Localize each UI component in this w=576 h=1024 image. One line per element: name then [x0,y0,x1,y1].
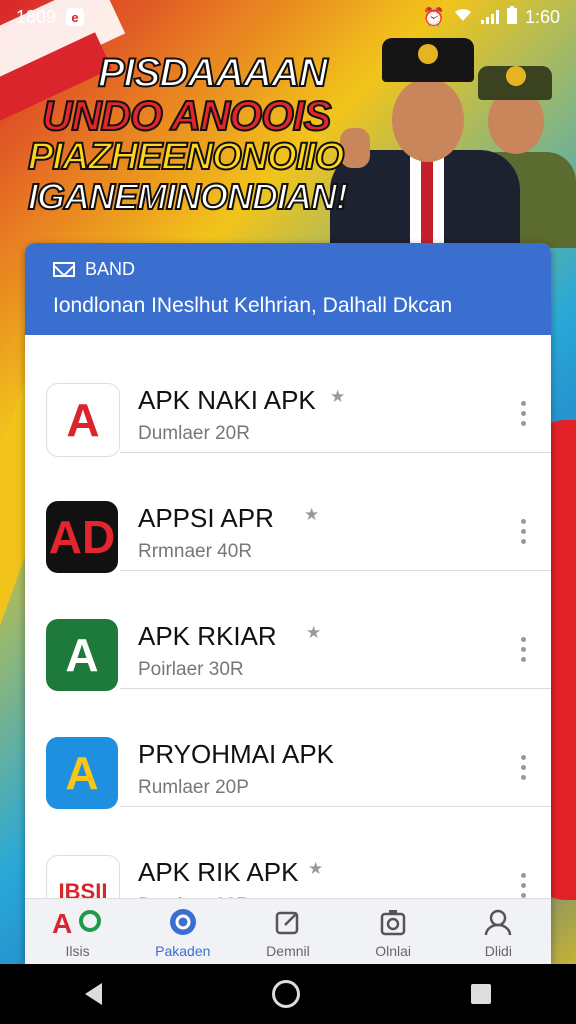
card-brand: BAND [85,259,136,279]
card-header: BAND Iondlonan INeslhut Kelhrian, Dalhal… [25,243,551,335]
signal-icon [480,10,499,24]
category-links[interactable]: Iondlonan INeslhut Kelhrian, Dalhall Dkc… [53,294,523,318]
app-icon[interactable]: A [46,737,118,809]
system-navigation-bar [0,964,576,1024]
status-time: 1809 [16,6,57,27]
share-icon [273,907,303,937]
camera-icon [378,907,408,937]
star-icon[interactable]: ★ [304,505,319,525]
app-icon[interactable]: A [46,383,120,457]
tab-compass[interactable]: Pakaden [133,899,233,965]
banner-line-1: PISDAAAAN [97,51,329,95]
app-name[interactable]: APK NAKI APK [138,385,316,416]
app-subtitle: Poirlaer 30R [138,659,244,680]
app-icon[interactable]: A [46,619,118,691]
mail-icon [53,262,75,277]
brand-logo-icon: A [52,907,104,937]
notification-icon: e [66,8,85,26]
app-list-card: BAND Iondlonan INeslhut Kelhrian, Dalhal… [25,243,551,964]
wifi-icon [453,7,473,28]
home-icon[interactable] [272,980,301,1008]
banner-line-4: IGANEMINONDIAN! [27,175,349,217]
status-clock: 1:60 [524,6,560,27]
tab-label: Dlidi [484,943,512,959]
recents-icon[interactable] [470,984,491,1004]
star-icon[interactable]: ★ [306,623,321,643]
more-options-icon[interactable] [521,519,527,544]
tab-profile[interactable]: Dlidi [448,899,548,965]
app-list-item[interactable]: A APK RKIAR Poirlaer 30R ★ [25,571,551,691]
tab-brand-logo[interactable]: A Ilsis [28,899,128,965]
app-subtitle: Rumlaer 20P [138,777,249,798]
more-options-icon[interactable] [521,401,527,426]
svg-text:A: A [52,908,72,937]
alarm-icon: ⏰ [422,6,445,27]
promo-banner[interactable]: PISDAAAAN UNDO ANOOIS PIAZHEENONOIIO IGA… [27,51,349,217]
tab-share[interactable]: Demnil [238,899,338,965]
app-icon[interactable]: AD [46,501,118,573]
banner-person-official [330,38,530,248]
app-name[interactable]: PRYOHMAI APK [138,739,334,770]
app-list: A APK NAKI APK Dumlaer 20R ★ AD APPSI APR Rrmn… [25,335,551,929]
tab-camera[interactable]: Olnlai [343,899,443,965]
app-name[interactable]: APK RIK APK [138,857,298,888]
app-subtitle: Dumlaer 20R [138,423,250,444]
tab-label: Demnil [266,943,310,959]
banner-line-2: UNDO ANOOIS [41,92,332,139]
banner-line-3: PIAZHEENONOIIO [27,136,345,179]
app-name[interactable]: APPSI APR [138,503,274,534]
app-list-item[interactable]: AD APPSI APR Rrmnaer 40R ★ [25,453,551,573]
app-list-item[interactable]: A APK NAKI APK Dumlaer 20R ★ [25,335,551,457]
more-options-icon[interactable] [521,873,527,898]
profile-icon [483,907,513,937]
tab-label: Ilsis [65,943,90,959]
bottom-navigation: A Ilsis Pakaden Demnil Olnlai Dlidi [25,898,551,965]
app-subtitle: Rrmnaer 40R [138,541,253,562]
tab-label: Olnlai [375,943,412,959]
more-options-icon[interactable] [521,637,527,662]
battery-icon [506,5,517,29]
back-icon[interactable] [85,983,103,1005]
app-list-item[interactable]: A PRYOHMAI APK Rumlaer 20P [25,689,551,809]
app-name[interactable]: APK RKIAR [138,621,277,652]
more-options-icon[interactable] [521,755,527,780]
status-bar: 1809 e ⏰ 1:60 [0,0,576,34]
tab-label: Pakaden [155,943,211,959]
star-icon[interactable]: ★ [308,859,323,879]
star-icon[interactable]: ★ [330,387,345,407]
compass-icon [168,907,198,937]
